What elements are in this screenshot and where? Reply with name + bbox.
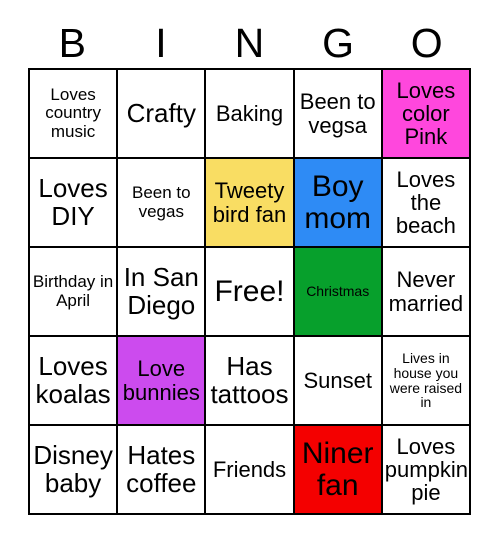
bingo-cell[interactable]: Free! bbox=[206, 248, 295, 337]
bingo-cell[interactable]: Loves color Pink bbox=[382, 70, 471, 159]
bingo-cell[interactable]: Tweety bird fan bbox=[206, 159, 295, 248]
bingo-cell-label: Loves pumpkin pie bbox=[384, 433, 468, 506]
header-letter-b: B bbox=[58, 20, 86, 66]
bingo-cell-label: Free! bbox=[214, 274, 285, 308]
header-letter-o: O bbox=[410, 20, 443, 66]
bingo-cell[interactable]: Lives in house you were raised in bbox=[382, 337, 471, 426]
bingo-card: B I N G O Loves country music Crafty Bakin… bbox=[0, 0, 500, 544]
bingo-cell-label: In San Diego bbox=[123, 261, 199, 320]
bingo-cell[interactable]: Been to vegas bbox=[118, 159, 207, 248]
bingo-cell-label: Lives in house you were raised in bbox=[389, 349, 463, 411]
bingo-cell-label: Loves koalas bbox=[35, 350, 111, 409]
bingo-cell[interactable]: Friends bbox=[206, 426, 295, 515]
bingo-cell[interactable]: Loves country music bbox=[30, 70, 119, 159]
bingo-cell[interactable]: Loves pumpkin pie bbox=[382, 426, 471, 515]
bingo-grid: Loves country music Crafty Baking Been to v… bbox=[28, 68, 471, 515]
bingo-cell[interactable]: Christmas bbox=[294, 248, 383, 337]
bingo-cell[interactable]: Baking bbox=[206, 70, 295, 159]
bingo-cell-label: Tweety bird fan bbox=[212, 178, 287, 227]
bingo-cell[interactable]: Hates coffee bbox=[118, 426, 207, 515]
bingo-cell[interactable]: Disney baby bbox=[30, 426, 119, 515]
bingo-cell-label: Niner fan bbox=[301, 436, 374, 502]
bingo-cell-label: Loves color Pink bbox=[396, 77, 456, 150]
header-letter-g: G bbox=[322, 20, 355, 66]
bingo-cell-label: Sunset bbox=[303, 367, 372, 393]
bingo-cell[interactable]: In San Diego bbox=[118, 248, 207, 337]
bingo-cell-label: Birthday in April bbox=[32, 272, 114, 310]
header-letter-i: I bbox=[155, 20, 167, 66]
bingo-cell[interactable]: Love bunnies bbox=[118, 337, 207, 426]
bingo-header: B I N G O bbox=[28, 18, 471, 68]
bingo-cell-label: Loves country music bbox=[45, 85, 101, 141]
bingo-cell-label: Been to vegas bbox=[131, 183, 191, 221]
bingo-cell[interactable]: Sunset bbox=[294, 337, 383, 426]
bingo-cell-label: Has tattoos bbox=[210, 350, 289, 409]
bingo-cell-label: Love bunnies bbox=[122, 356, 200, 405]
bingo-cell[interactable]: Has tattoos bbox=[206, 337, 295, 426]
bingo-cell-label: Friends bbox=[212, 456, 287, 482]
bingo-cell[interactable]: Never married bbox=[382, 248, 471, 337]
bingo-cell-label: Hates coffee bbox=[126, 439, 197, 498]
bingo-cell-label: Boy mom bbox=[304, 169, 372, 235]
bingo-cell-label: Baking bbox=[215, 100, 284, 126]
bingo-cell-label: Christmas bbox=[306, 283, 370, 300]
bingo-cell[interactable]: Loves the beach bbox=[382, 159, 471, 248]
header-letter-n: N bbox=[234, 20, 265, 66]
bingo-cell[interactable]: Boy mom bbox=[294, 159, 383, 248]
bingo-cell[interactable]: Birthday in April bbox=[30, 248, 119, 337]
bingo-cell-label: Never married bbox=[388, 267, 464, 316]
bingo-cell[interactable]: Loves DIY bbox=[30, 159, 119, 248]
bingo-cell-label: Loves the beach bbox=[395, 166, 456, 239]
bingo-cell-label: Crafty bbox=[126, 97, 196, 128]
bingo-cell-label: Been to vegsa bbox=[299, 89, 376, 138]
bingo-cell[interactable]: Niner fan bbox=[294, 426, 383, 515]
bingo-cell-label: Loves DIY bbox=[38, 172, 108, 231]
bingo-cell-label: Disney baby bbox=[33, 439, 113, 498]
bingo-cell[interactable]: Loves koalas bbox=[30, 337, 119, 426]
bingo-cell[interactable]: Been to vegsa bbox=[294, 70, 383, 159]
bingo-cell[interactable]: Crafty bbox=[118, 70, 207, 159]
